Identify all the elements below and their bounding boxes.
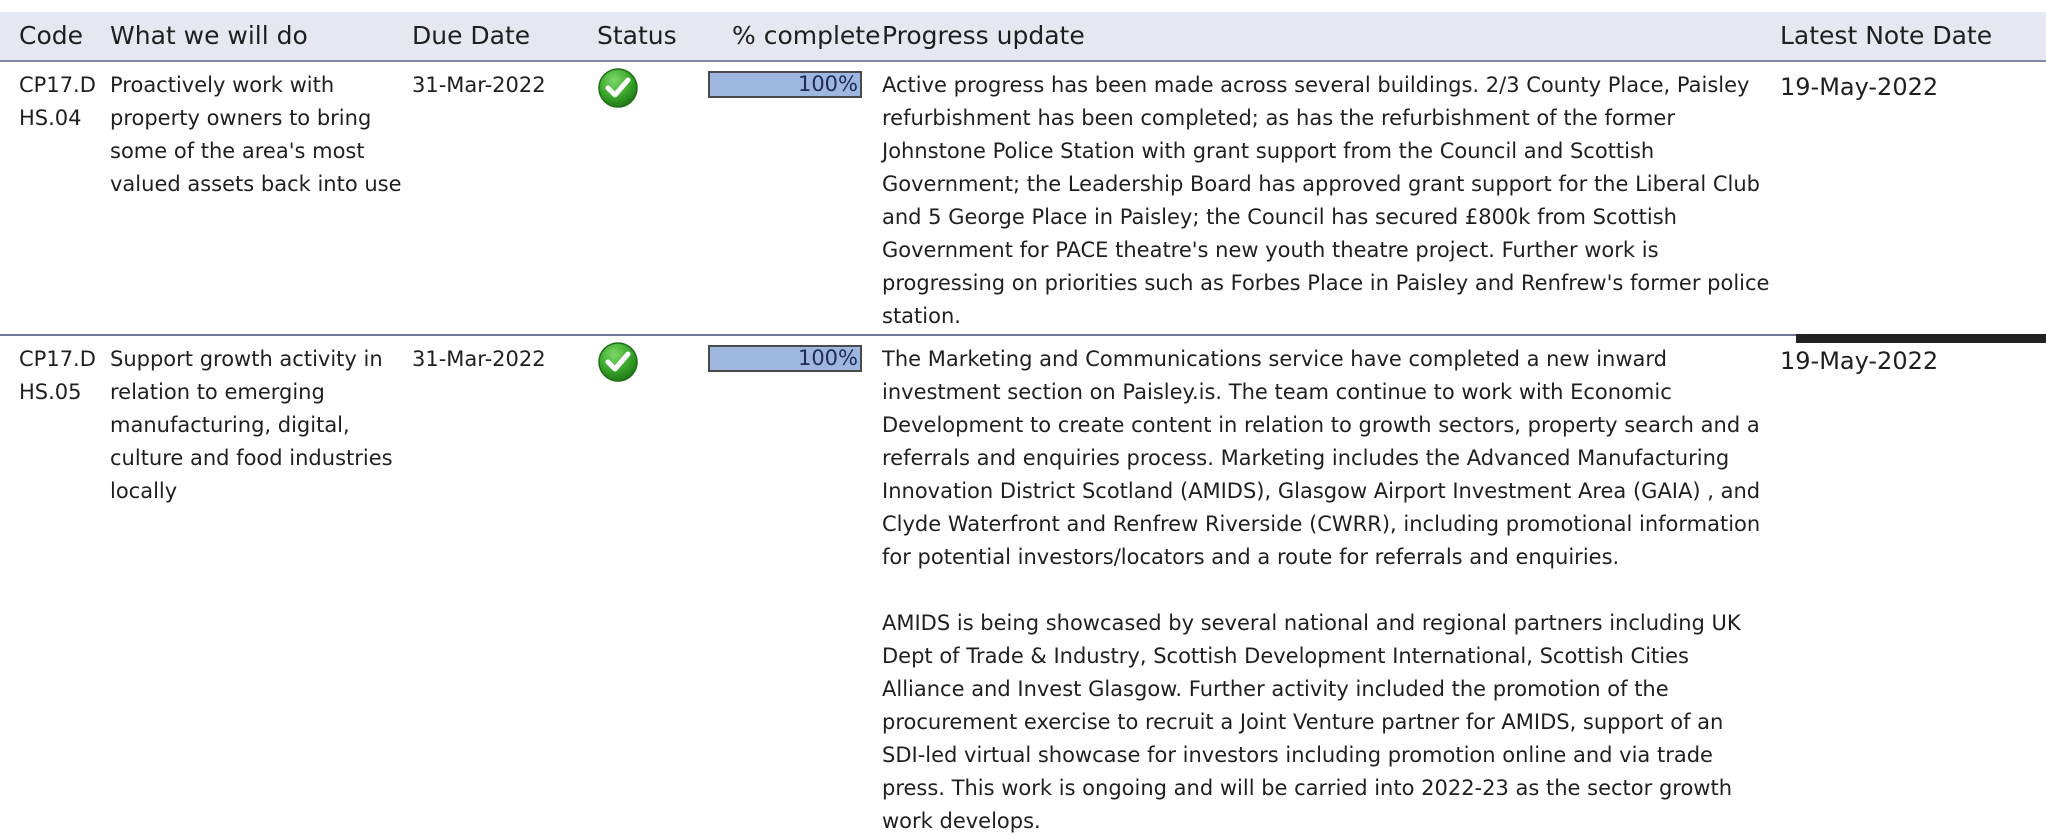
progress-bar: 100% — [708, 71, 862, 98]
row-what-we-will-do: Proactively work with property owners to… — [110, 73, 402, 196]
header-code: Code — [19, 21, 84, 50]
row-status — [597, 62, 722, 334]
header-what-we-will-do: What we will do — [110, 21, 308, 50]
row-divider — [1796, 334, 2046, 343]
row-due-date: 31-Mar-2022 — [412, 73, 546, 97]
check-circle-icon — [598, 342, 638, 382]
progress-bar: 100% — [708, 345, 862, 372]
progress-bar-label: 100% — [797, 346, 858, 370]
header-percent-complete: % complete — [732, 21, 881, 50]
performance-table: Code What we will do Due Date Status % c… — [0, 12, 2046, 838]
check-circle-icon — [598, 68, 638, 108]
header-status: Status — [597, 21, 677, 50]
row-percent-complete: 100% — [708, 336, 882, 838]
row-what-we-will-do: Support growth activity in relation to e… — [110, 347, 393, 503]
row-code: CP17.DHS.05 — [19, 347, 96, 404]
row-latest-note-date: 19-May-2022 — [1780, 73, 1939, 101]
progress-paragraph: Active progress has been made across sev… — [882, 73, 1770, 328]
progress-bar-label: 100% — [797, 72, 858, 96]
row-code: CP17.DHS.04 — [19, 73, 96, 130]
row-status — [597, 336, 722, 838]
row-progress-update: Active progress has been made across sev… — [882, 62, 1780, 334]
header-latest-note-date: Latest Note Date — [1780, 21, 1993, 50]
row-progress-update: The Marketing and Communications service… — [882, 336, 1780, 838]
header-due-date: Due Date — [412, 21, 531, 50]
progress-paragraph: AMIDS is being showcased by several nati… — [882, 611, 1741, 833]
row-latest-note-date: 19-May-2022 — [1780, 347, 1939, 375]
header-progress-update: Progress update — [882, 21, 1085, 50]
table-row: CP17.DHS.05 Support growth activity in r… — [0, 334, 2046, 838]
progress-paragraph: The Marketing and Communications service… — [882, 347, 1761, 569]
row-percent-complete: 100% — [708, 62, 882, 334]
table-header: Code What we will do Due Date Status % c… — [0, 12, 2046, 62]
table-row: CP17.DHS.04 Proactively work with proper… — [0, 62, 2046, 336]
row-due-date: 31-Mar-2022 — [412, 347, 546, 371]
